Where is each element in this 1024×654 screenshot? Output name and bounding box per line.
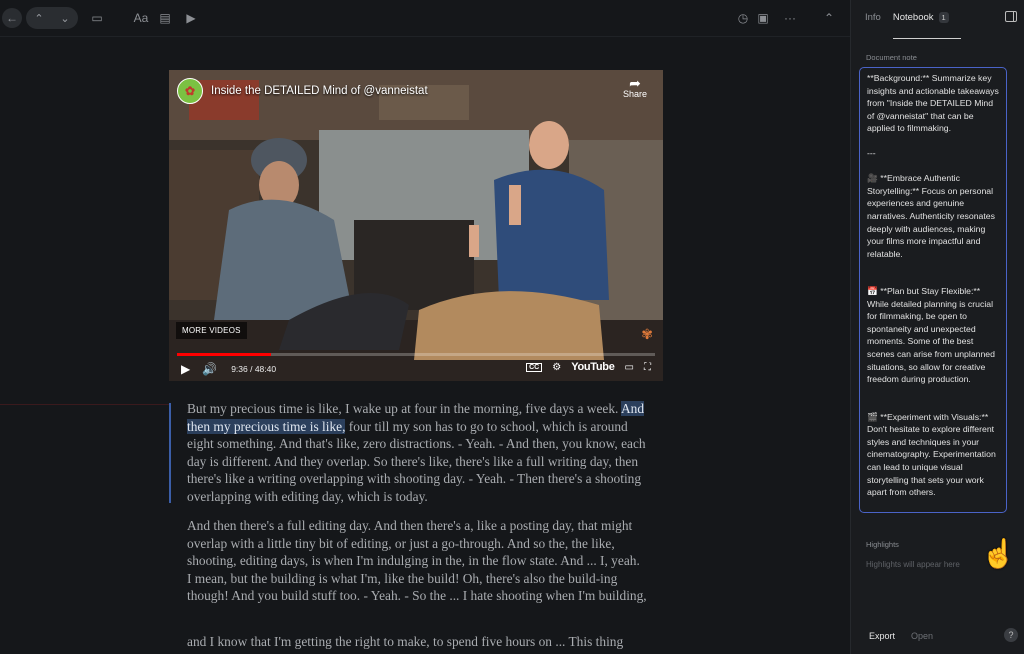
back-icon[interactable]: ←: [2, 8, 22, 28]
cast-icon[interactable]: ▭: [625, 362, 634, 373]
help-icon[interactable]: ?: [1004, 628, 1018, 642]
share-icon: ➦: [629, 75, 641, 91]
font-settings-button[interactable]: Aa: [132, 8, 150, 28]
video-time: 9:36 / 48:40: [231, 363, 277, 374]
panel-layout-icon[interactable]: [1005, 11, 1017, 22]
sidebar-toggle-icon[interactable]: ▭: [90, 8, 104, 28]
volume-icon[interactable]: 🔊: [202, 362, 217, 376]
panel-footer: Export Open ?: [851, 620, 1024, 654]
captions-button[interactable]: CC: [526, 362, 543, 372]
document-note-label: Document note: [866, 53, 917, 62]
video-player[interactable]: ✿ Inside the DETAILED Mind of @vanneista…: [169, 70, 663, 381]
collapse-icon[interactable]: ⌃: [822, 8, 836, 28]
open-button[interactable]: Open: [911, 631, 933, 641]
nav-pill: ⌃ ⌄: [26, 7, 78, 29]
export-button[interactable]: Export: [869, 631, 895, 641]
hand-cursor-icon: ☝: [981, 538, 1016, 569]
video-controls: ▶ 🔊 9:36 / 48:40 CC ⚙ YouTube ▭ ⛶: [169, 356, 663, 381]
transcript-paragraph: But my precious time is like, I wake up …: [187, 400, 647, 506]
divider-line: [0, 404, 169, 405]
transcript-text: But my precious time is like, I wake up …: [187, 401, 621, 416]
youtube-logo[interactable]: YouTube: [571, 361, 615, 373]
chevron-up-icon[interactable]: ⌃: [34, 12, 43, 25]
more-videos-button[interactable]: MORE VIDEOS: [176, 322, 247, 339]
tab-notebook-label: Notebook: [892, 12, 934, 23]
share-button[interactable]: ➦ Share: [622, 75, 647, 100]
clock-icon[interactable]: ◷: [736, 8, 750, 28]
highlight-marker-bar: [169, 403, 171, 503]
fullscreen-icon[interactable]: ⛶: [644, 362, 651, 373]
channel-watermark-icon[interactable]: ✾: [641, 326, 653, 343]
top-toolbar: ← ⌃ ⌄ ▭ Aa ▤ ▶ ◷ ▣ ··· ⌃: [0, 0, 850, 37]
video-title[interactable]: Inside the DETAILED Mind of @vanneistat: [211, 85, 428, 97]
transcript-paragraph: and I know that I'm getting the right to…: [187, 634, 624, 649]
share-label: Share: [622, 89, 647, 99]
notebook-count-badge: 1: [938, 12, 949, 23]
document-icon[interactable]: ▤: [158, 8, 172, 28]
more-options-icon[interactable]: ···: [782, 8, 798, 28]
play-icon[interactable]: ▶: [181, 362, 190, 376]
settings-gear-icon[interactable]: ⚙: [552, 362, 561, 373]
document-note-editor[interactable]: **Background:** Summarize key insights a…: [859, 67, 1007, 513]
video-icon[interactable]: ▶: [184, 8, 198, 28]
video-controls-right: CC ⚙ YouTube ▭ ⛶: [526, 361, 651, 373]
tab-notebook[interactable]: Notebook 1: [892, 12, 961, 39]
transcript-paragraph: And then there's a full editing day. And…: [187, 518, 647, 604]
highlights-label: Highlights: [866, 540, 899, 549]
highlights-empty-text: Highlights will appear here: [866, 560, 960, 569]
panel-tabs: Info Notebook 1: [865, 12, 961, 39]
chevron-down-icon[interactable]: ⌄: [60, 12, 69, 25]
channel-avatar[interactable]: ✿: [177, 78, 203, 104]
tab-info[interactable]: Info: [865, 12, 881, 23]
reader-main: ✿ Inside the DETAILED Mind of @vanneista…: [0, 37, 850, 654]
video-title-bar: ✿ Inside the DETAILED Mind of @vanneista…: [177, 78, 428, 104]
archive-icon[interactable]: ▣: [756, 8, 770, 28]
